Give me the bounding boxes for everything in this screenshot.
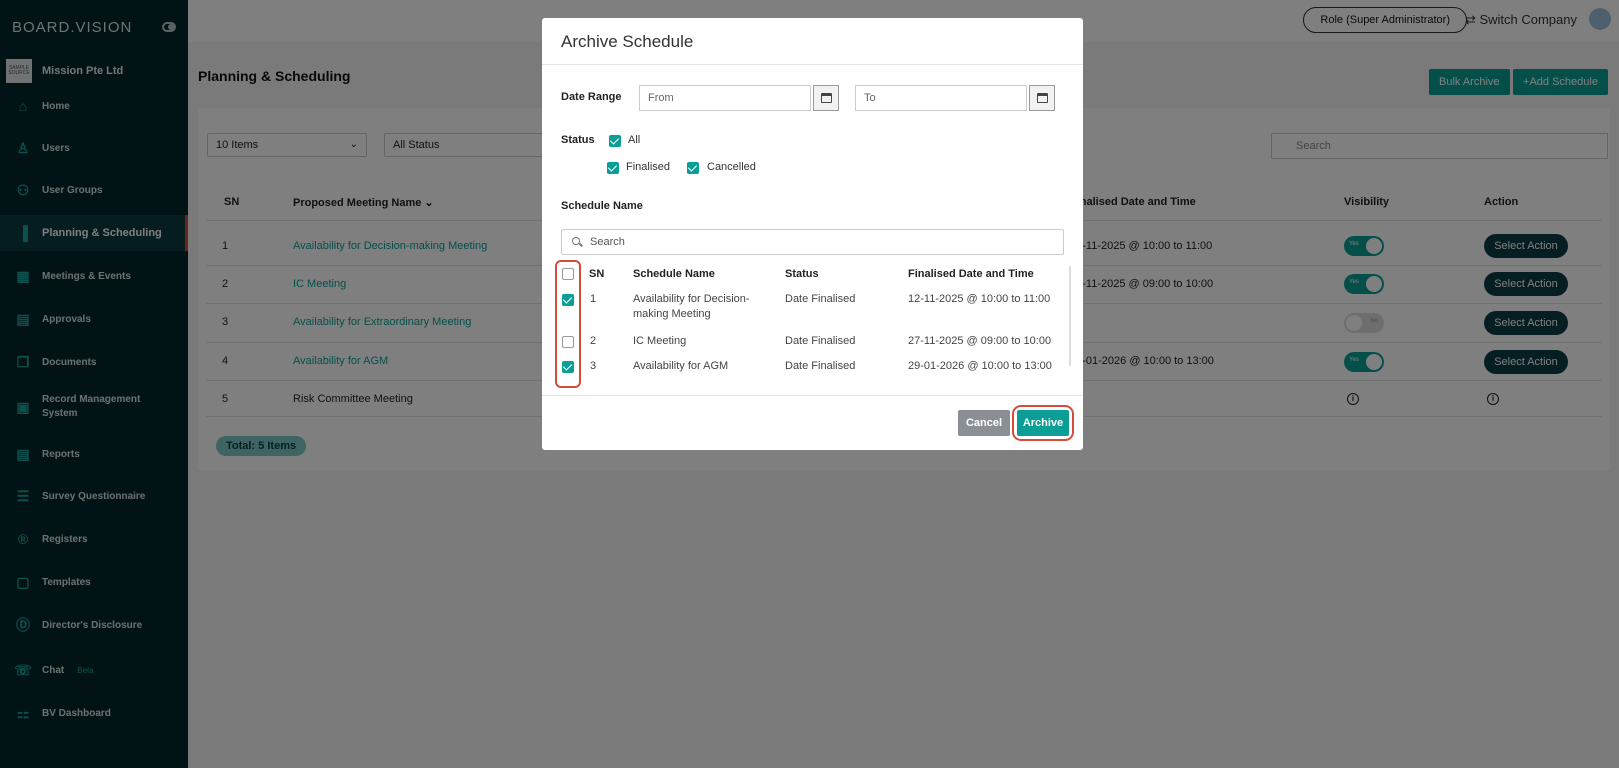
date-to-input[interactable]: To bbox=[855, 85, 1027, 111]
date-range-label: Date Range bbox=[561, 91, 622, 103]
archive-schedule-modal: Archive Schedule Date Range From To Stat… bbox=[542, 18, 1083, 450]
row-name: Availability for AGM bbox=[633, 360, 729, 372]
modal-divider bbox=[542, 64, 1083, 65]
modal-column-sn: SN bbox=[589, 268, 605, 280]
status-all-label: All bbox=[628, 134, 641, 146]
search-icon bbox=[572, 237, 580, 245]
table-scrollbar[interactable] bbox=[1069, 266, 1071, 366]
cancel-button[interactable]: Cancel bbox=[958, 410, 1010, 436]
row-sn: 1 bbox=[590, 293, 597, 305]
row-sn: 3 bbox=[590, 360, 597, 372]
status-label: Status bbox=[561, 134, 595, 146]
row-finalised: 29-01-2026 @ 10:00 to 13:00 bbox=[908, 360, 1052, 372]
modal-title: Archive Schedule bbox=[561, 32, 694, 51]
status-all-checkbox[interactable] bbox=[609, 135, 621, 147]
status-finalised-label: Finalised bbox=[626, 161, 671, 173]
calendar-icon bbox=[820, 93, 832, 103]
from-calendar-button[interactable] bbox=[813, 85, 839, 111]
modal-column-name: Schedule Name bbox=[633, 268, 715, 280]
to-calendar-button[interactable] bbox=[1029, 85, 1055, 111]
date-from-input[interactable]: From bbox=[639, 85, 811, 111]
modal-column-status: Status bbox=[785, 268, 819, 280]
schedule-name-label: Schedule Name bbox=[561, 200, 643, 212]
row-finalised: 27-11-2025 @ 09:00 to 10:00 bbox=[908, 335, 1052, 347]
status-finalised-checkbox[interactable] bbox=[607, 162, 619, 174]
calendar-icon bbox=[1036, 93, 1048, 103]
status-cancelled-checkbox[interactable] bbox=[687, 162, 699, 174]
row-status: Date Finalised bbox=[785, 360, 856, 372]
status-cancelled-label: Cancelled bbox=[707, 161, 756, 173]
schedule-search-input[interactable]: Search bbox=[561, 229, 1064, 255]
row-finalised: 12-11-2025 @ 10:00 to 11:00 bbox=[908, 293, 1051, 305]
archive-button-highlight bbox=[1012, 405, 1074, 441]
row-sn: 2 bbox=[590, 335, 597, 347]
row-name: IC Meeting bbox=[633, 335, 687, 347]
checkbox-column-highlight bbox=[555, 260, 581, 388]
row-status: Date Finalised bbox=[785, 335, 856, 347]
modal-divider bbox=[542, 395, 1083, 396]
row-status: Date Finalised bbox=[785, 293, 856, 305]
row-name: Availability for Decision-making Meeting bbox=[633, 293, 750, 320]
modal-column-finalised: Finalised Date and Time bbox=[908, 268, 1034, 280]
